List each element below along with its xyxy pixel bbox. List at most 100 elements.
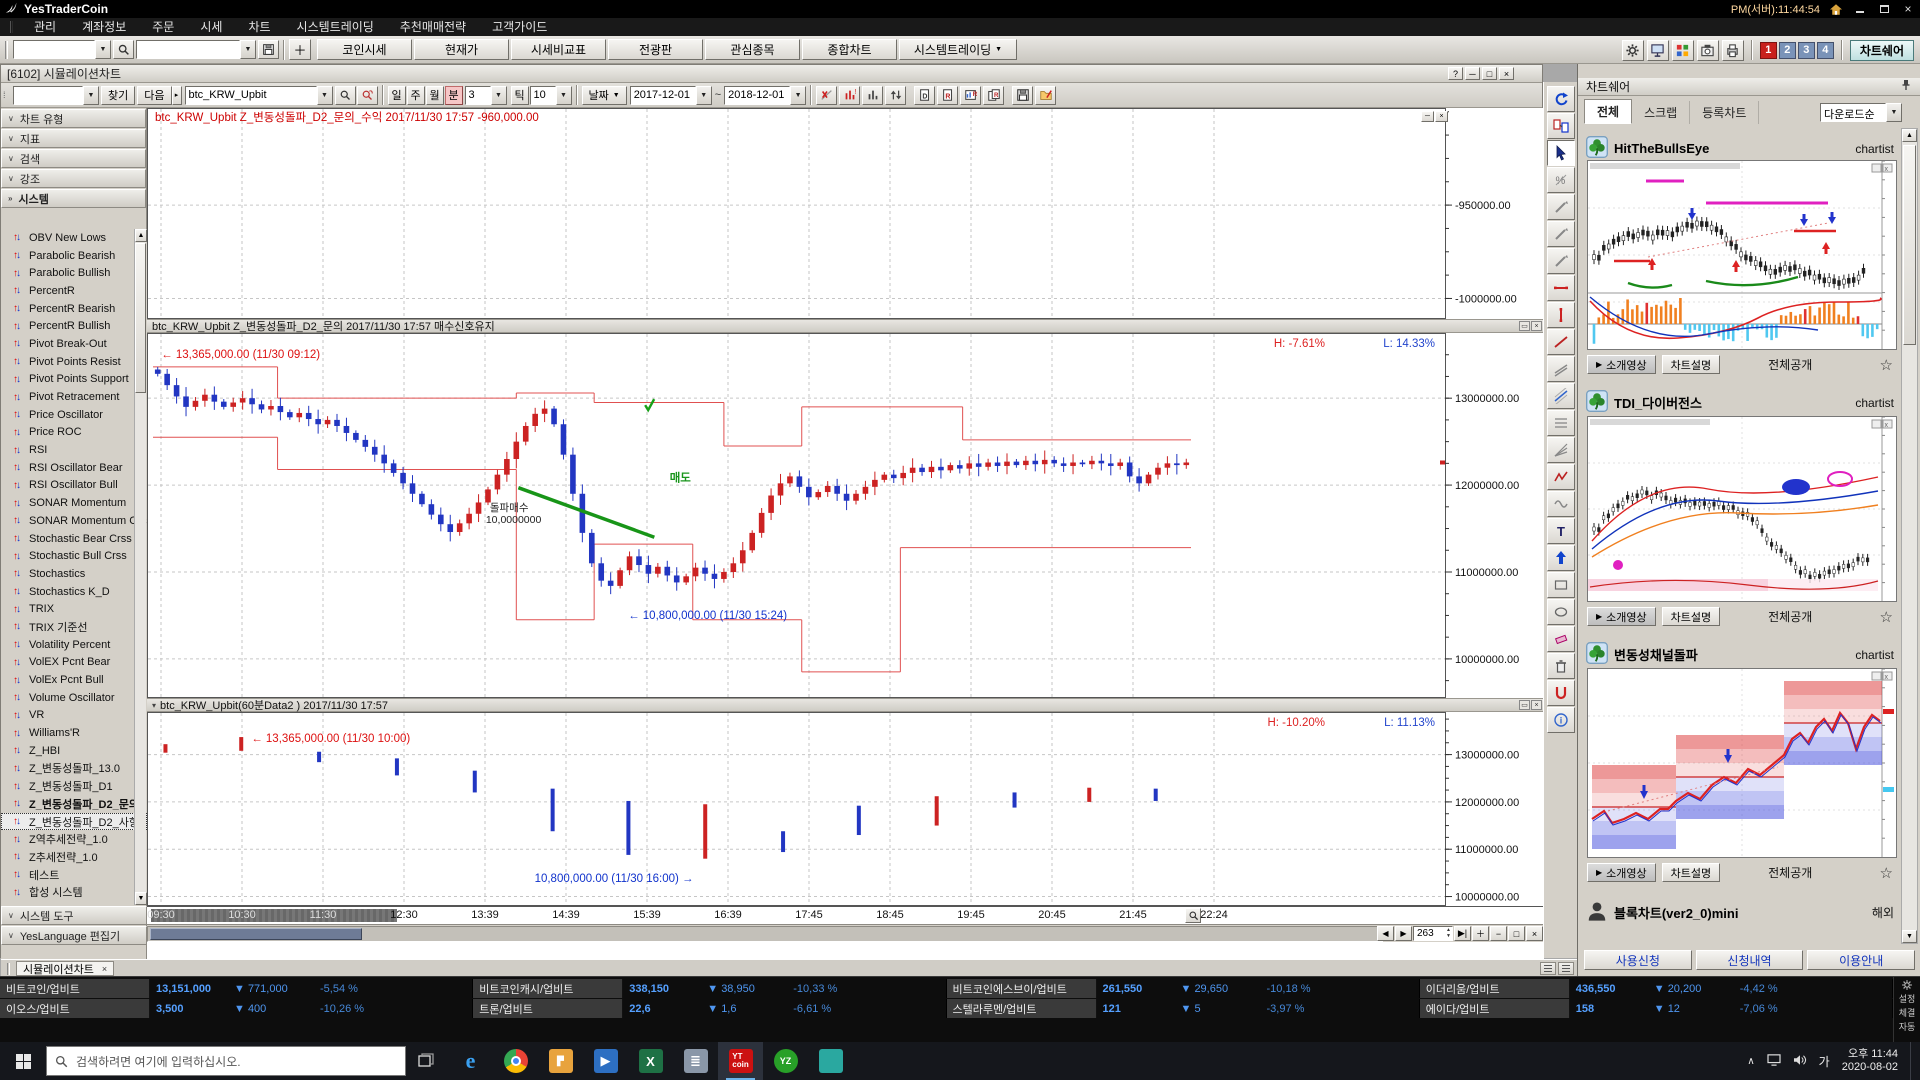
tray-chevron-icon[interactable]: ∧	[1747, 1056, 1754, 1067]
indicator-item[interactable]: ↑↓Price ROC	[1, 424, 147, 442]
tool-info[interactable]: i	[1547, 707, 1575, 733]
sidebar-section-지표[interactable]: ∨지표	[1, 129, 146, 148]
spinner-arrows-icon[interactable]: ▲▼	[1446, 927, 1451, 939]
pin-icon[interactable]	[1902, 79, 1910, 94]
scroll-up-icon[interactable]: ▲	[135, 229, 147, 242]
tab-layout-icon[interactable]	[1558, 962, 1574, 975]
menu-item-고객가이드[interactable]: 고객가이드	[479, 18, 560, 36]
taskbar-app-yestrader[interactable]: YZ	[763, 1042, 808, 1080]
indicator-item[interactable]: ↑↓테스트	[1, 866, 147, 884]
sidebar-section-시스템 도구[interactable]: ∨시스템 도구	[1, 906, 147, 925]
menu-item-시스템트레이딩[interactable]: 시스템트레이딩	[284, 18, 387, 36]
pane-restore-icon[interactable]: ▭	[1519, 321, 1530, 331]
settings-button[interactable]	[1622, 40, 1644, 61]
chart-description-button[interactable]: 차트설명	[1662, 863, 1720, 882]
tool-draw-a[interactable]	[1547, 194, 1575, 220]
sidebar-section-강조[interactable]: ∨강조	[1, 169, 146, 188]
scrollbar-track[interactable]	[147, 926, 1383, 942]
intro-video-button[interactable]: ▶소개영상	[1587, 355, 1656, 374]
pane-collapse-icon[interactable]: ▾	[152, 701, 156, 710]
taskbar-app-edge[interactable]: e	[448, 1042, 493, 1080]
minimize-button[interactable]	[1852, 2, 1868, 16]
pane-close-icon[interactable]: ×	[1531, 321, 1542, 331]
menu-item-차트[interactable]: 차트	[235, 18, 283, 36]
indicator-item[interactable]: ↑↓Z_HBI	[1, 742, 147, 760]
tool-trend-line[interactable]	[1547, 329, 1575, 355]
indicator-item[interactable]: ↑↓Volatility Percent	[1, 636, 147, 654]
taskbar-app-ytcoin[interactable]: YTcoin	[718, 1042, 763, 1080]
indicator-item[interactable]: ↑↓Pivot Points Support	[1, 371, 147, 389]
chart-share-button[interactable]: 차트쉐어	[1850, 40, 1914, 61]
taskbar-app-files[interactable]: ▛	[538, 1042, 583, 1080]
doc-r-button[interactable]: R	[937, 86, 958, 105]
menu-item-계좌정보[interactable]: 계좌정보	[69, 18, 139, 36]
window-close-button[interactable]: ×	[1499, 67, 1514, 80]
indicator-item[interactable]: ↑↓OBV New Lows	[1, 229, 147, 247]
card-preview-TDI_다이버전스[interactable]: x	[1587, 416, 1897, 602]
zoom-in-button[interactable]: ＋	[1472, 926, 1489, 941]
tool-draw-b[interactable]	[1547, 221, 1575, 247]
taskbar-app-memo[interactable]	[808, 1042, 853, 1080]
indicator-item[interactable]: ↑↓Z_변동성돌파_D2_사항	[1, 813, 147, 831]
copy-r-button[interactable]: R	[983, 86, 1004, 105]
indicator-item[interactable]: ↑↓Z추세전략_1.0	[1, 848, 147, 866]
indicator-item[interactable]: ↑↓TRIX 기준선	[1, 618, 147, 636]
doc-d-button[interactable]: D	[914, 86, 935, 105]
nav-button-종합차트[interactable]: 종합차트	[802, 39, 897, 60]
panel-button-사용신청[interactable]: 사용신청	[1584, 950, 1692, 970]
print-button[interactable]	[1722, 40, 1744, 61]
indicator-item[interactable]: ↑↓TRIX	[1, 600, 147, 618]
sort-button[interactable]	[885, 86, 906, 105]
tool-magnet[interactable]	[1547, 680, 1575, 706]
tool-arrow[interactable]	[1547, 545, 1575, 571]
symbol-combo[interactable]: btc_KRW_Upbit▼	[185, 86, 333, 105]
nav-button-전광판[interactable]: 전광판	[608, 39, 703, 60]
scroll-right-button[interactable]: ▶	[1395, 926, 1412, 941]
layout-button-1[interactable]: 1	[1760, 42, 1777, 59]
period-button-주[interactable]: 주	[407, 86, 425, 105]
ticker-side-체결[interactable]: 체결	[1899, 1006, 1916, 1019]
indicator-item[interactable]: ↑↓Stochastics	[1, 565, 147, 583]
task-view-button[interactable]	[406, 1042, 448, 1080]
taskbar-app-excel[interactable]: X	[628, 1042, 673, 1080]
tray-ime-indicator[interactable]: 가	[1819, 1053, 1830, 1070]
indicator-item[interactable]: ↑↓Z_변동성돌파_D2_문의	[1, 795, 147, 813]
save-button[interactable]	[1012, 86, 1033, 105]
nav-button-현재가[interactable]: 현재가	[414, 39, 509, 60]
period-value-combo[interactable]: 3▼	[465, 86, 507, 105]
pane-close-icon[interactable]: ×	[1435, 111, 1448, 122]
panel-button-신청내역[interactable]: 신청내역	[1696, 950, 1804, 970]
help-button[interactable]: ?	[1448, 67, 1463, 80]
ticker-side-설정[interactable]: 설정	[1899, 992, 1916, 1005]
close-button[interactable]: ×	[1900, 2, 1916, 16]
scroll-end-button[interactable]: ▶|	[1454, 926, 1471, 941]
menu-item-추천매매전략[interactable]: 추천매매전략	[387, 18, 479, 36]
window-minimize-button[interactable]: ─	[1465, 67, 1480, 80]
indicator-item[interactable]: ↑↓Z_변동성돌파_13.0	[1, 760, 147, 778]
folder-edit-button[interactable]	[1035, 86, 1056, 105]
tool-wave[interactable]	[1547, 491, 1575, 517]
nav-button-관심종목[interactable]: 관심종목	[705, 39, 800, 60]
tick-value-combo[interactable]: 10▼	[530, 86, 572, 105]
monitor-button[interactable]	[1647, 40, 1669, 61]
card-preview-변동성채널돌파[interactable]: x	[1587, 668, 1897, 858]
taskbar-app-documents[interactable]: ≣	[673, 1042, 718, 1080]
tab-simulation-chart[interactable]: 시뮬레이션차트×	[16, 961, 114, 976]
indicator-item[interactable]: ↑↓Z역추세전략_1.0	[1, 830, 147, 848]
indicator-item[interactable]: ↑↓VolEx Pcnt Bull	[1, 671, 147, 689]
zoom-out-button[interactable]: −	[1490, 926, 1507, 941]
indicator-item[interactable]: ↑↓RSI Oscillator Bear	[1, 459, 147, 477]
layout-button-2[interactable]: 2	[1779, 42, 1796, 59]
taskbar-app-media[interactable]: ▶	[583, 1042, 628, 1080]
indicator-item[interactable]: ↑↓Price Oscillator	[1, 406, 147, 424]
sidebar-section-차트 유형[interactable]: ∨차트 유형	[1, 109, 146, 128]
tray-clock[interactable]: 오후 11:44 2020-08-02	[1842, 1048, 1898, 1074]
taskbar-search-input[interactable]: 검색하려면 여기에 입력하십시오.	[46, 1046, 406, 1076]
tick-button[interactable]: 틱	[511, 86, 529, 105]
indicator-item[interactable]: ↑↓RSI Oscillator Bull	[1, 477, 147, 495]
volume-alert-button[interactable]: !	[839, 86, 860, 105]
scroll-up-icon[interactable]: ▲	[1902, 129, 1917, 142]
tray-volume-icon[interactable]	[1793, 1054, 1807, 1069]
panel-scrollbar[interactable]: ▲ ▼	[1901, 128, 1918, 944]
volume-bars-button[interactable]	[862, 86, 883, 105]
